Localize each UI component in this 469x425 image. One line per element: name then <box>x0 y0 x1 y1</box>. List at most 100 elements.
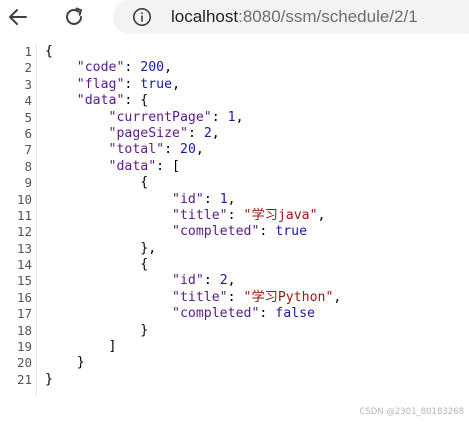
info-icon[interactable] <box>132 7 152 27</box>
line-number: 11 <box>16 207 32 223</box>
address-bar[interactable]: localhost:8080/ssm/schedule/2/1 <box>113 0 469 34</box>
json-punctuation: : <box>227 207 244 223</box>
code-line: } <box>45 323 341 339</box>
json-punctuation: } <box>76 355 85 371</box>
json-key: "data" <box>76 93 125 109</box>
line-number: 3 <box>24 76 32 92</box>
code-line: { <box>45 175 341 191</box>
json-boolean: true <box>275 224 308 240</box>
json-boolean: false <box>275 306 315 322</box>
code-line: "completed": true <box>45 224 341 240</box>
json-string: "学习Python" <box>243 289 334 305</box>
json-punctuation: } <box>140 322 149 338</box>
back-button[interactable] <box>0 2 36 32</box>
json-punctuation: , <box>317 207 326 223</box>
json-punctuation: , <box>227 191 236 207</box>
json-punctuation: }, <box>140 240 157 256</box>
line-number-gutter: 1 2 3 4 5 6 7 8 9 10 11 12 13 14 15 16 17 18 19 20 21 <box>0 44 37 396</box>
line-number: 1 <box>24 44 32 59</box>
json-punctuation: { <box>140 175 149 191</box>
json-key: "data" <box>108 158 157 174</box>
line-number: 8 <box>24 158 32 174</box>
line-number: 14 <box>16 257 32 273</box>
json-key: "id" <box>172 273 204 289</box>
code-line: "id": 2, <box>45 273 341 289</box>
back-arrow-icon <box>9 9 27 25</box>
line-number: 6 <box>24 125 32 141</box>
json-punctuation: , <box>172 76 181 92</box>
json-punctuation: } <box>45 371 53 387</box>
json-punctuation: , <box>164 60 173 76</box>
json-key: "total" <box>108 142 165 158</box>
json-punctuation: , <box>227 273 236 289</box>
json-number: 2 <box>203 125 212 141</box>
code-line: } <box>45 372 341 388</box>
json-punctuation: , <box>195 142 204 158</box>
json-punctuation: : { <box>124 93 149 109</box>
json-number: 2 <box>219 273 228 289</box>
json-punctuation: : <box>203 191 220 207</box>
json-punctuation: , <box>211 125 220 141</box>
line-number: 13 <box>16 240 32 256</box>
line-number: 17 <box>16 306 32 322</box>
code-line: "pageSize": 2, <box>45 126 341 142</box>
json-punctuation: : <box>211 109 228 125</box>
json-key: "completed" <box>172 306 260 322</box>
json-punctuation: : <box>124 60 141 76</box>
line-number: 15 <box>16 273 32 289</box>
json-punctuation: : <box>124 76 141 92</box>
url-path: :8080/ssm/schedule/2/1 <box>238 7 418 26</box>
json-punctuation: : <box>164 142 180 158</box>
json-punctuation: { <box>45 44 53 59</box>
line-number: 10 <box>16 191 32 207</box>
code-line: "id": 1, <box>45 192 341 208</box>
json-number: 200 <box>140 60 165 76</box>
json-punctuation: , <box>333 289 342 305</box>
line-number: 16 <box>16 289 32 305</box>
code-line: }, <box>45 241 341 257</box>
url-host: localhost <box>171 7 239 26</box>
line-number: 7 <box>24 142 32 158</box>
json-key: "title" <box>172 207 228 223</box>
line-number: 19 <box>16 339 32 355</box>
json-string: "学习java" <box>243 207 318 223</box>
reload-button[interactable] <box>56 2 92 32</box>
json-boolean: true <box>140 76 173 92</box>
json-key: "flag" <box>76 76 125 92</box>
code-line: } <box>45 355 341 371</box>
code-line: "currentPage": 1, <box>45 110 341 126</box>
code-line: "completed": false <box>45 306 341 322</box>
line-number: 2 <box>24 60 32 76</box>
line-number: 20 <box>16 355 32 371</box>
code-line: ] <box>45 339 341 355</box>
json-number: 1 <box>219 191 228 207</box>
code-line: "flag": true, <box>45 77 341 93</box>
json-key: "title" <box>172 289 228 305</box>
code-line: "title": "学习Python", <box>45 290 341 306</box>
json-key: "completed" <box>172 224 260 240</box>
json-key: "id" <box>172 191 204 207</box>
line-number: 21 <box>16 371 32 387</box>
code-lines: { "code": 200, "flag": true, "data": { "… <box>45 44 341 388</box>
url-text[interactable]: localhost:8080/ssm/schedule/2/1 <box>171 7 418 27</box>
line-number: 5 <box>24 109 32 125</box>
line-number: 9 <box>24 175 32 191</box>
json-punctuation: , <box>235 109 244 125</box>
json-punctuation: : <box>227 289 244 305</box>
json-punctuation: : <box>259 224 276 240</box>
